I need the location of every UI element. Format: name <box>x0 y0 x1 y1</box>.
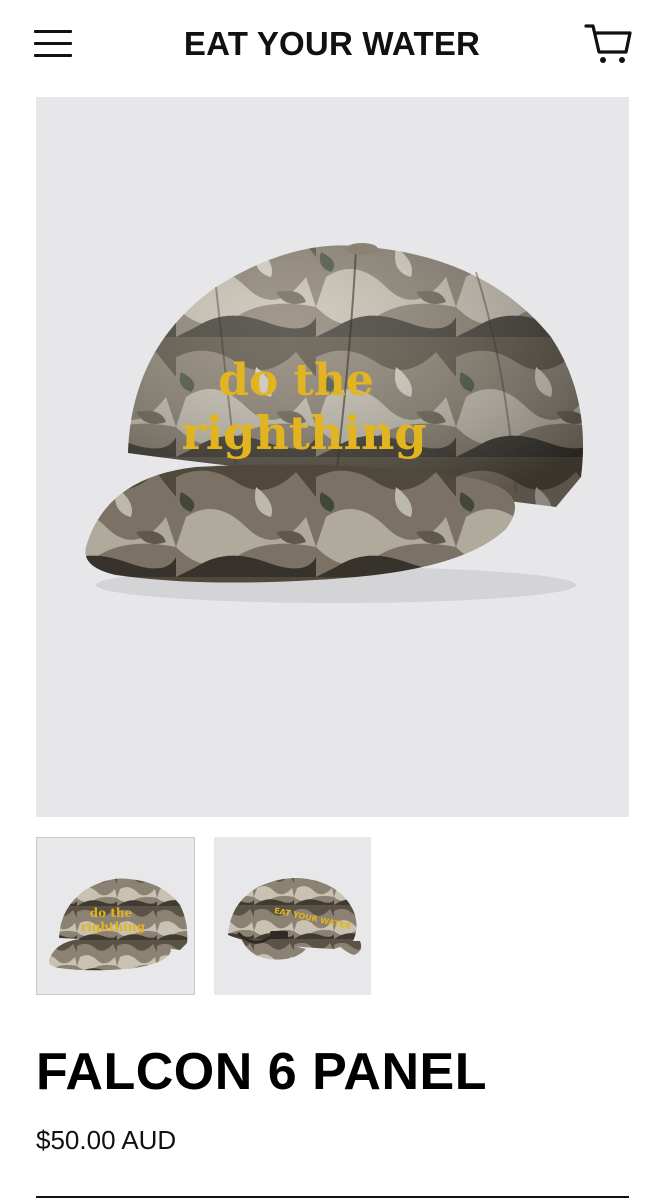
shopping-cart-icon[interactable] <box>584 22 632 66</box>
brand-title[interactable]: EAT YOUR WATER <box>132 22 532 66</box>
embroidery-line-2: righthing <box>181 406 426 460</box>
product-price: $50.00 AUD <box>36 1125 177 1155</box>
product-page: EAT YOUR WATER do the righthing do the r… <box>0 0 664 1200</box>
embroidery-line-1: do the <box>218 355 374 406</box>
hamburger-menu-icon[interactable] <box>34 28 74 60</box>
main-product-image[interactable]: do the righthing <box>36 97 629 817</box>
product-title: FALCON 6 PANEL <box>36 1043 487 1101</box>
thumb-embroidery-2: righthing <box>81 920 146 934</box>
thumbnail-back[interactable]: EAT YOUR WATER <box>214 837 371 995</box>
divider <box>36 1196 629 1198</box>
thumb-embroidery-1: do the <box>90 906 133 920</box>
thumbnail-front[interactable]: do the righthing <box>36 837 195 995</box>
header: EAT YOUR WATER <box>0 0 664 92</box>
